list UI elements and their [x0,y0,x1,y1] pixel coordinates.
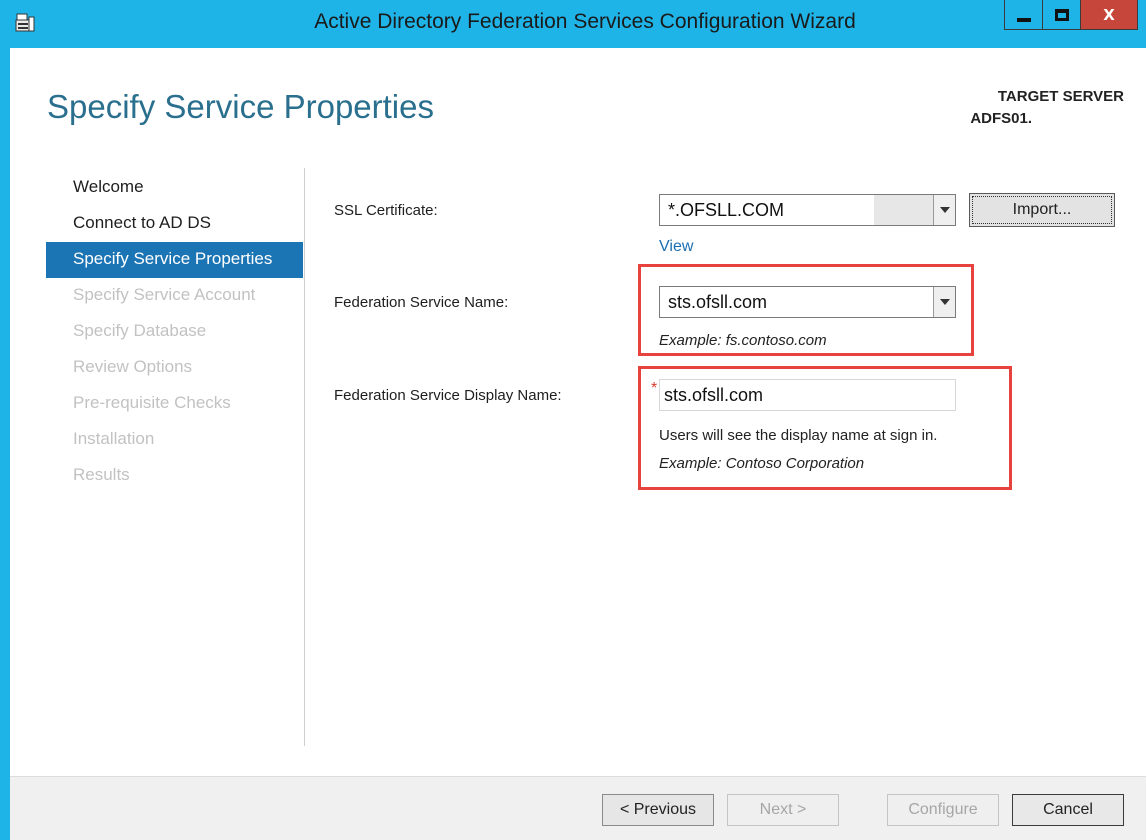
chevron-down-icon[interactable] [933,287,955,317]
nav-item-specify-service-account: Specify Service Account [73,285,256,304]
wizard-client-area: Specify Service Properties TARGET SERVER… [10,48,1146,840]
ssl-certificate-combo[interactable]: *.OFSLL.COM [659,194,956,226]
title-bar[interactable]: Active Directory Federation Services Con… [0,0,1146,48]
close-button[interactable]: X [1080,0,1138,30]
chevron-down-icon[interactable] [933,195,955,225]
previous-button[interactable]: < Previous [602,794,714,826]
nav-item-results: Results [73,465,130,484]
wizard-nav: Welcome Connect to AD DS Specify Service… [46,170,303,494]
cancel-button[interactable]: Cancel [1012,794,1124,826]
display-name-hint: Users will see the display name at sign … [659,427,938,444]
page-title: Specify Service Properties [47,88,434,125]
display-name-field[interactable] [660,380,955,410]
display-name-label: Federation Service Display Name: [334,387,562,404]
nav-item-connect-ad-ds[interactable]: Connect to AD DS [46,206,303,242]
nav-item-review-options: Review Options [73,357,193,376]
window-title: Active Directory Federation Services Con… [314,10,856,33]
target-server: TARGET SERVER ADFS01. [970,86,1124,130]
required-marker: * [651,380,658,397]
minimize-button[interactable] [1004,0,1042,30]
configure-button: Configure [887,794,999,826]
maximize-icon [1054,8,1069,21]
nav-item-installation: Installation [73,429,155,448]
display-name-input[interactable] [659,379,956,411]
fs-name-label: Federation Service Name: [334,294,509,311]
fs-name-value: sts.ofsll.com [668,292,768,312]
target-server-label: TARGET SERVER [997,88,1124,105]
view-certificate-link[interactable]: View [659,238,693,256]
minimize-icon [1016,17,1031,22]
fs-name-combo[interactable]: sts.ofsll.com [659,286,956,318]
wizard-footer: < Previous Next > Configure Cancel [10,776,1146,840]
nav-item-prerequisite-checks: Pre-requisite Checks [73,393,231,412]
fs-name-example: Example: fs.contoso.com [659,332,827,349]
next-button: Next > [727,794,839,826]
close-icon: X [1103,5,1115,24]
nav-item-specify-service-properties[interactable]: Specify Service Properties [46,242,303,278]
maximize-button[interactable] [1042,0,1080,30]
display-name-example: Example: Contoso Corporation [659,455,865,472]
nav-item-specify-database: Specify Database [73,321,207,340]
window-frame: Active Directory Federation Services Con… [0,0,1146,840]
import-button[interactable]: Import... [969,193,1115,227]
import-button-label: Import... [972,196,1112,224]
nav-divider [304,168,305,746]
ssl-certificate-label: SSL Certificate: [334,202,438,219]
window-controls: X [1004,0,1138,34]
nav-item-welcome[interactable]: Welcome [46,170,303,206]
target-server-value: ADFS01. [970,108,1124,130]
ssl-certificate-value: *.OFSLL.COM [668,200,785,220]
